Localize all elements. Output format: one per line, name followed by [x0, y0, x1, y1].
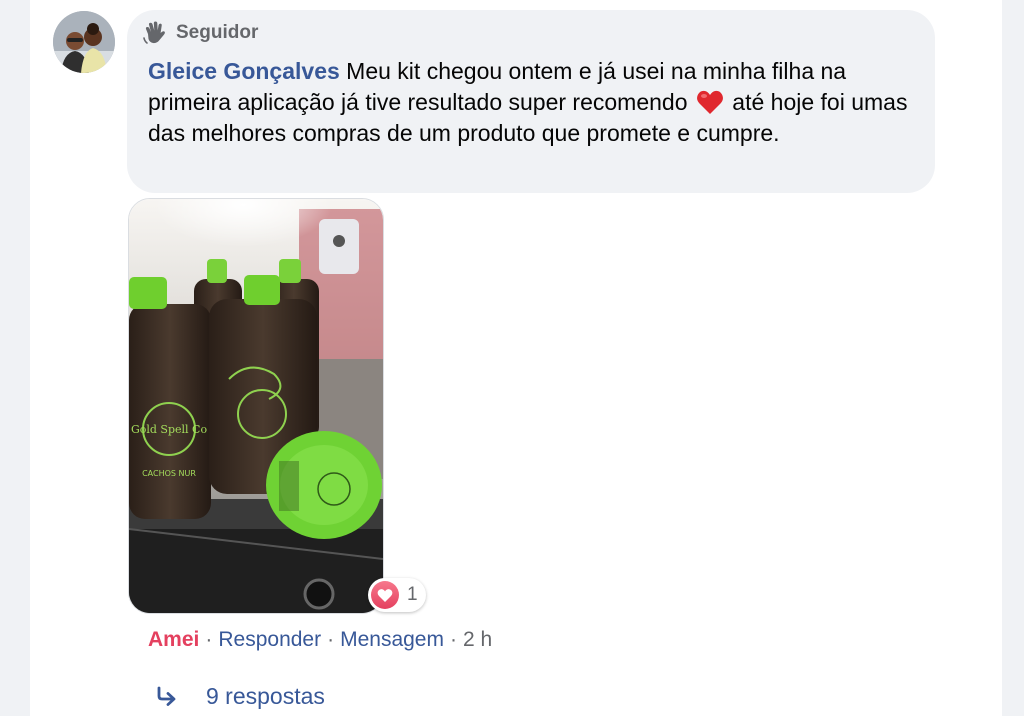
reply-arrow-icon — [157, 686, 176, 706]
reaction-count[interactable]: 1 — [368, 578, 426, 612]
badge-label: Seguidor — [176, 22, 259, 43]
left-gutter — [0, 0, 30, 716]
timestamp[interactable]: 2 h — [463, 628, 492, 652]
avatar-photo — [53, 11, 115, 73]
reply-button[interactable]: Responder — [218, 628, 321, 652]
attached-photo[interactable]: Gold Spell Co CACHOS NUR — [128, 198, 384, 614]
love-reaction-icon — [371, 581, 399, 609]
replies-count-label: 9 respostas — [206, 682, 325, 709]
comment-text: Gleice Gonçalves Meu kit chegou ontem e … — [148, 56, 923, 149]
author-name[interactable]: Gleice Gonçalves — [148, 58, 340, 84]
red-heart-emoji-icon — [696, 90, 723, 114]
comment-actions: Amei · Responder · Mensagem · 2 h — [148, 625, 492, 655]
right-gutter — [1002, 0, 1024, 716]
bottle-label-brand: Gold Spell Co — [131, 423, 208, 436]
message-button[interactable]: Mensagem — [340, 628, 444, 652]
separator: · — [449, 628, 457, 651]
product-photo: Gold Spell Co CACHOS NUR — [129, 199, 383, 613]
bottle-label-product: CACHOS NUR — [142, 469, 196, 478]
separator: · — [327, 628, 335, 651]
follower-badge: Seguidor — [142, 20, 258, 46]
waving-hand-icon — [143, 21, 165, 44]
reaction-count-label: 1 — [407, 584, 418, 605]
separator: · — [205, 628, 213, 651]
love-button[interactable]: Amei — [148, 628, 199, 652]
view-replies-link[interactable]: 9 respostas — [156, 680, 325, 712]
avatar[interactable] — [53, 11, 115, 73]
